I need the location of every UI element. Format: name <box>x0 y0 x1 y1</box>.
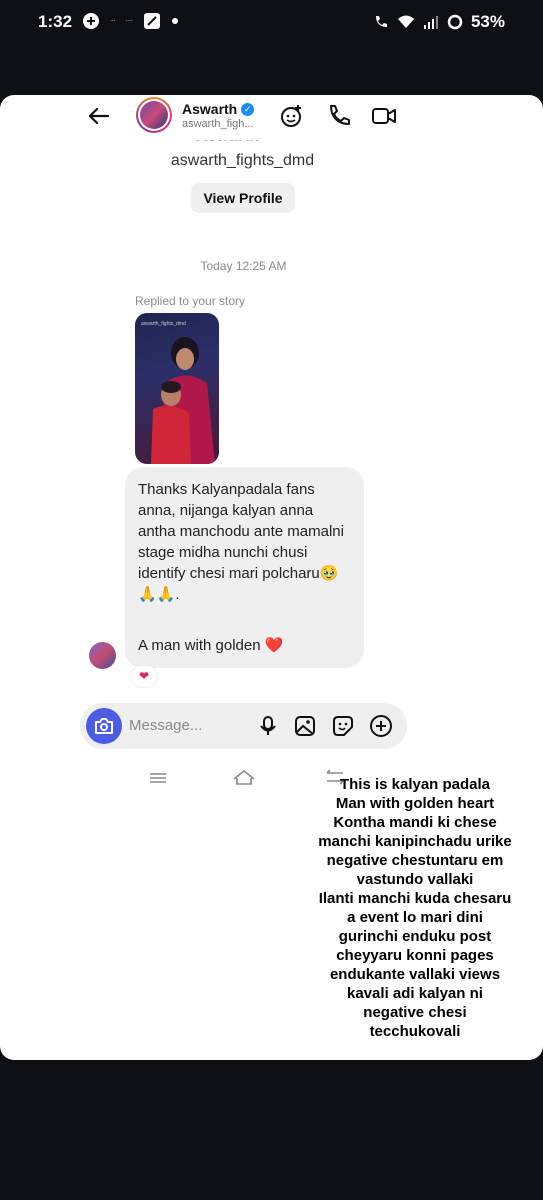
status-bar: 1:32 ᐧᐧᐧ ᐧᐧᐧᐧ 53% <box>0 0 543 44</box>
verified-badge-icon: ✓ <box>241 102 255 116</box>
overlay-line: This is kalyan padala <box>339 776 491 793</box>
message-timestamp: Today 12:25 AM <box>200 259 287 273</box>
overlay-line: vastundo vallaki <box>356 871 474 888</box>
overlay-line: manchi kanipinchadu urike <box>318 833 512 850</box>
recents-nav-icon[interactable] <box>148 767 168 789</box>
status-mini-text-b: ᐧᐧᐧᐧ <box>125 18 133 25</box>
overlay-line: negative chesi <box>363 1004 467 1021</box>
camera-icon <box>95 718 113 734</box>
video-call-icon[interactable] <box>371 103 397 129</box>
sticker-icon[interactable] <box>331 714 355 738</box>
add-plus-icon[interactable] <box>369 714 393 738</box>
overlay-line: Ilanti manchi kuda chesaru <box>318 890 512 907</box>
header-name-text: Aswarth <box>182 101 238 117</box>
header-username[interactable]: Aswarth ✓ <box>182 101 255 117</box>
overlay-line: kavali adi kalyan ni <box>347 985 483 1002</box>
overlay-line: negative chestuntaru em <box>326 852 504 869</box>
story-thumbnail[interactable]: aswarth_fights_dmd <box>135 313 219 464</box>
heart-reaction-icon[interactable]: ❤ <box>131 666 157 687</box>
replied-to-story-label: Replied to your story <box>135 294 246 308</box>
signal-icon <box>423 16 438 29</box>
back-arrow-icon[interactable] <box>86 103 112 129</box>
overlay-line: a event lo mari dini <box>347 909 483 926</box>
dot-icon <box>171 18 178 24</box>
app-square-icon <box>143 13 160 29</box>
add-people-icon[interactable] <box>279 103 305 129</box>
header-avatar[interactable] <box>136 97 172 133</box>
message-composer[interactable]: Message... <box>80 703 407 749</box>
overlay-line: Man with golden heart <box>335 795 495 812</box>
battery-percent: 53% <box>470 12 505 31</box>
overlay-line: gurinchi enduku post <box>338 928 492 945</box>
wifi-call-icon <box>375 16 387 27</box>
message-text-2: A man with golden ❤️ <box>138 637 284 654</box>
overlay-line: Kontha mandi ki chese <box>333 814 497 831</box>
microphone-icon[interactable] <box>256 714 280 738</box>
header-handle: aswarth_figh... <box>182 118 254 130</box>
story-photo <box>151 337 215 464</box>
camera-button[interactable] <box>86 708 122 744</box>
battery-icon <box>447 14 463 30</box>
message-input[interactable]: Message... <box>129 717 202 734</box>
gallery-icon[interactable] <box>293 714 317 738</box>
status-right-group: 53% <box>373 12 505 32</box>
view-profile-button[interactable]: View Profile <box>191 183 295 213</box>
overlay-line: tecchukovali <box>369 1023 461 1040</box>
status-time: 1:32 <box>38 12 73 31</box>
home-nav-icon[interactable] <box>232 767 256 789</box>
profile-handle: aswarth_fights_dmd <box>170 152 315 169</box>
status-mini-text-a: ᐧᐧᐧ <box>110 18 116 25</box>
overlay-line: endukante vallaki views <box>329 966 501 983</box>
message-bubble[interactable]: Thanks Kalyanpadala fans anna, nijanga k… <box>125 467 364 668</box>
overlay-caption: This is kalyan padala Man with golden he… <box>300 775 530 1041</box>
wifi-icon <box>397 15 414 28</box>
status-notification-icons: ᐧᐧᐧ ᐧᐧᐧᐧ <box>82 12 179 30</box>
overlay-line: cheyyaru konni pages <box>336 947 494 964</box>
sender-avatar[interactable] <box>89 642 116 669</box>
dm-thread-card: Aswarth ✓ aswarth_figh... Aswarth aswart… <box>0 95 543 1060</box>
chat-header: Aswarth ✓ aswarth_figh... <box>0 95 543 139</box>
message-text: Thanks Kalyanpadala fans anna, nijanga k… <box>138 481 344 603</box>
app-notification-icon <box>83 13 99 29</box>
phone-call-icon[interactable] <box>326 103 352 129</box>
